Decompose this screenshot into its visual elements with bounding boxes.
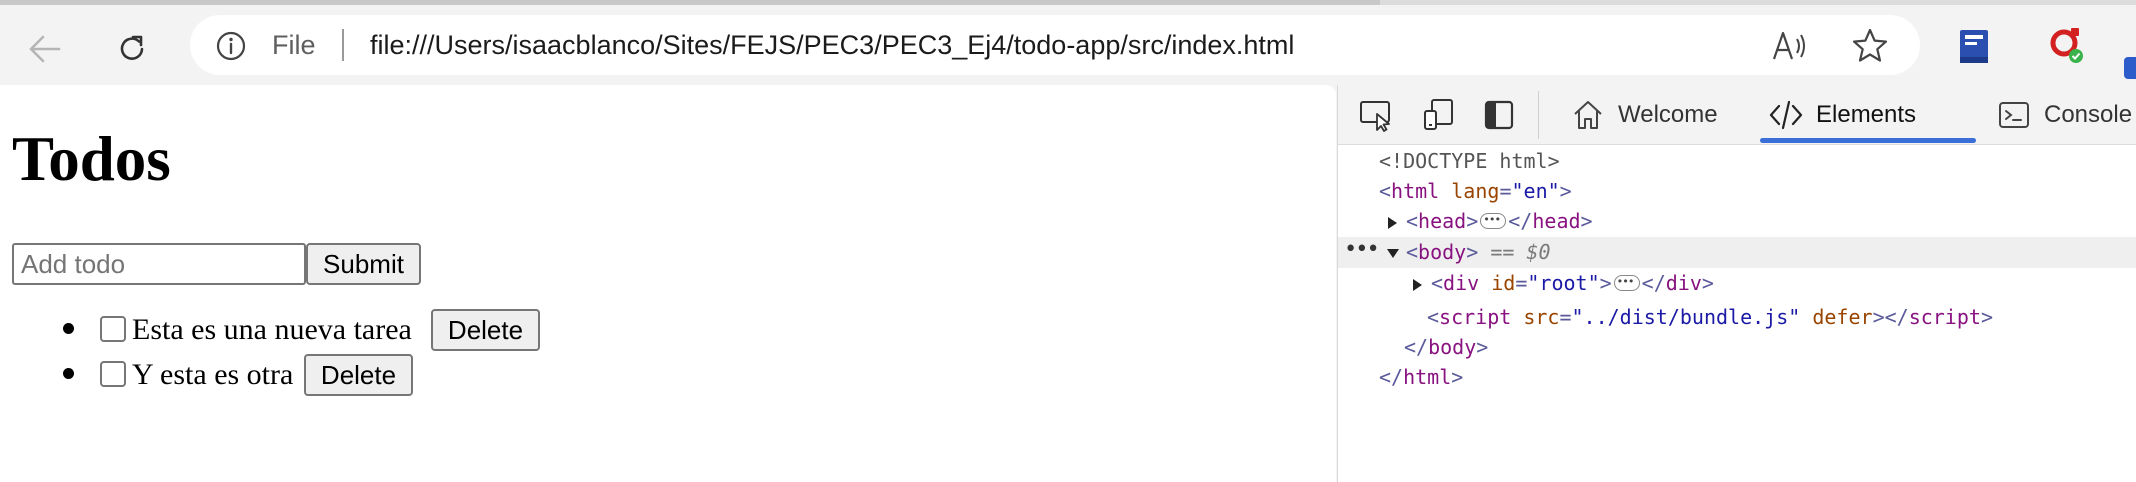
expand-triangle-icon[interactable] — [1413, 279, 1422, 291]
todo-checkbox[interactable] — [100, 361, 126, 387]
submit-button[interactable]: Submit — [306, 243, 421, 285]
attr-name: id — [1491, 271, 1516, 295]
dom-node-script[interactable]: <script src="../dist/bundle.js" defer></… — [1338, 302, 2136, 333]
devtools-panel: Welcome Elements Console <!DOCTYPE html>… — [1337, 85, 2136, 482]
selected-node-marker: == $0 — [1490, 240, 1551, 264]
tab-label: Welcome — [1618, 101, 1718, 128]
ellipsis-icon[interactable] — [1480, 205, 1507, 235]
dom-node-html[interactable]: <html lang="en"> — [1338, 176, 2136, 207]
more-actions-icon[interactable]: ••• — [1344, 235, 1380, 265]
profile-chip-icon[interactable] — [2124, 57, 2136, 79]
tag-name: html — [1403, 365, 1452, 389]
favorite-star-icon[interactable] — [1850, 26, 1890, 66]
address-bar[interactable]: File file:///Users/isaacblanco/Sites/FEJ… — [190, 15, 1920, 75]
dom-node-body[interactable]: ••• <body> == $0 — [1338, 237, 2136, 268]
attr-name: src — [1523, 305, 1560, 329]
dom-node-html-close[interactable]: </html> — [1338, 362, 2136, 393]
page-viewport: Todos Submit Esta es una nueva tarea Del… — [0, 85, 1336, 482]
collapse-triangle-icon[interactable] — [1387, 249, 1399, 258]
attr-value: "root" — [1527, 271, 1600, 295]
todo-item: Y esta es otra Delete — [0, 354, 900, 396]
browser-toolbar: File file:///Users/isaacblanco/Sites/FEJ… — [0, 5, 2136, 85]
dom-node-div-root[interactable]: <div id="root"></div> — [1338, 267, 2136, 299]
tag-name: html — [1391, 179, 1440, 203]
back-arrow-icon[interactable] — [18, 23, 70, 75]
devtools-toolbar: Welcome Elements Console — [1338, 85, 2136, 145]
inspect-element-icon[interactable] — [1356, 95, 1396, 135]
tag-name: head — [1418, 209, 1467, 233]
tab-welcome[interactable]: Welcome — [1570, 85, 1718, 145]
home-icon — [1570, 97, 1606, 133]
delete-button[interactable]: Delete — [431, 309, 540, 351]
todo-text: Esta es una nueva tarea — [132, 313, 412, 346]
tag-name: div — [1665, 271, 1702, 295]
dock-side-icon[interactable] — [1479, 95, 1519, 135]
attr-value: "../dist/bundle.js" — [1571, 305, 1801, 329]
code-icon — [1768, 97, 1804, 133]
tab-elements[interactable]: Elements — [1760, 85, 1976, 145]
attr-name: lang — [1451, 179, 1500, 203]
active-tab-underline — [1760, 138, 1976, 143]
address-divider — [342, 29, 344, 61]
tab-label: Console — [2044, 101, 2133, 128]
page-title: Todos — [12, 124, 171, 194]
tag-name: body — [1428, 335, 1477, 359]
extension-icon[interactable] — [2045, 25, 2089, 69]
list-bullet — [63, 368, 74, 379]
list-bullet — [63, 323, 74, 334]
todo-text: Y esta es otra — [132, 358, 294, 391]
tag-name: script — [1439, 305, 1512, 329]
collections-icon[interactable] — [1955, 27, 1995, 67]
device-emulation-icon[interactable] — [1419, 95, 1459, 135]
delete-button[interactable]: Delete — [304, 354, 413, 396]
console-icon — [1996, 97, 2032, 133]
expand-triangle-icon[interactable] — [1388, 217, 1397, 229]
todo-item: Esta es una nueva tarea Delete — [0, 309, 900, 351]
read-aloud-icon[interactable] — [1770, 27, 1810, 65]
dom-node-head[interactable]: <head></head> — [1338, 205, 2136, 237]
ellipsis-icon[interactable] — [1613, 267, 1640, 297]
dom-node-doctype[interactable]: <!DOCTYPE html> — [1338, 146, 2136, 177]
tag-name: script — [1908, 305, 1981, 329]
doctype-text: <!DOCTYPE html> — [1379, 149, 1560, 173]
address-url[interactable]: file:///Users/isaacblanco/Sites/FEJS/PEC… — [370, 28, 1294, 62]
toolbar-divider — [1538, 91, 1539, 139]
dom-node-body-close[interactable]: </body> — [1338, 332, 2136, 363]
tag-name: div — [1443, 271, 1480, 295]
tab-label: Elements — [1816, 101, 1917, 128]
tab-console[interactable]: Console — [1996, 85, 2132, 145]
attr-value: "en" — [1511, 179, 1560, 203]
tag-name: head — [1532, 209, 1581, 233]
info-icon[interactable] — [214, 29, 248, 63]
add-todo-input[interactable] — [12, 243, 306, 285]
reload-icon[interactable] — [106, 23, 158, 75]
todo-checkbox[interactable] — [100, 316, 126, 342]
attr-name: defer — [1812, 305, 1873, 329]
address-scheme-label: File — [272, 30, 316, 60]
dom-tree: <!DOCTYPE html> <html lang="en"> <head><… — [1338, 146, 2136, 482]
tag-name: body — [1418, 240, 1467, 264]
